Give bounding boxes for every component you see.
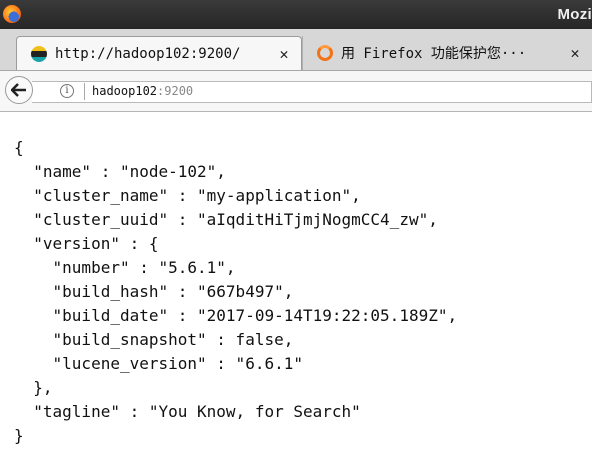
back-arrow-icon [11, 83, 26, 97]
tab-hadoop[interactable]: http://hadoop102:9200/ ✕ [16, 36, 302, 70]
json-response: { "name" : "node-102", "cluster_name" : … [14, 138, 458, 445]
url-text[interactable]: hadoop102:9200 [92, 84, 193, 98]
page-content: { "name" : "node-102", "cluster_name" : … [0, 112, 592, 458]
tab-label: 用 Firefox 功能保护您··· [341, 46, 527, 62]
title-bar: Mozi [0, 0, 592, 29]
tab-firefox-privacy[interactable]: 用 Firefox 功能保护您··· ✕ [302, 36, 592, 70]
tab-strip: http://hadoop102:9200/ ✕ 用 Firefox 功能保护您… [0, 29, 592, 71]
nav-bar: i hadoop102:9200 [0, 71, 592, 112]
tab-label: http://hadoop102:9200/ [55, 45, 241, 62]
window-title: Mozi [557, 6, 592, 23]
elastic-icon [31, 45, 47, 62]
url-port: :9200 [157, 84, 194, 98]
back-button[interactable] [5, 76, 33, 104]
url-separator [84, 83, 85, 100]
close-icon[interactable]: ✕ [564, 44, 586, 62]
url-host: hadoop102 [92, 84, 158, 98]
close-icon[interactable]: ✕ [273, 45, 295, 63]
firefox-logo-icon[interactable] [3, 5, 21, 23]
shield-icon [317, 45, 333, 61]
info-icon[interactable]: i [60, 84, 74, 98]
